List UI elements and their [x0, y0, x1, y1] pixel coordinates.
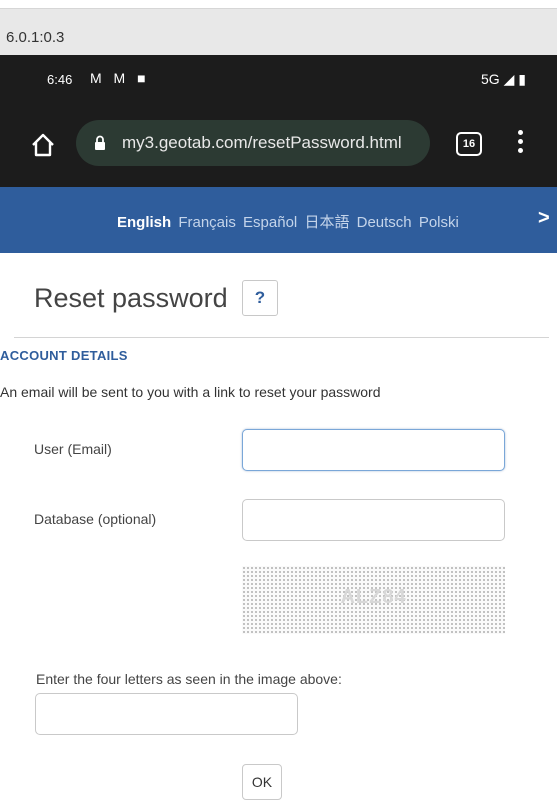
instruction-text: An email will be sent to you with a link…	[0, 384, 381, 400]
ok-button[interactable]: OK	[242, 764, 282, 800]
home-icon[interactable]	[30, 132, 56, 158]
language-list: English Français Español 日本語 Deutsch Pol…	[117, 211, 462, 232]
language-japanese[interactable]: 日本語	[304, 214, 349, 231]
database-input[interactable]	[242, 499, 505, 541]
captcha-text: ALZ84	[340, 586, 407, 608]
chevron-right-icon[interactable]: >	[538, 207, 550, 230]
debug-version-bar: 6.0.1:0.3	[0, 8, 557, 55]
captcha-image: ALZ84	[242, 566, 505, 634]
version-text: 6.0.1:0.3	[6, 29, 65, 46]
divider	[14, 337, 549, 338]
more-vert-icon[interactable]	[516, 130, 524, 158]
language-bar: English Français Español 日本語 Deutsch Pol…	[0, 187, 557, 253]
top-strip	[0, 0, 557, 8]
section-heading: ACCOUNT DETAILS	[0, 348, 128, 363]
status-bar: 6:46 M M ■ 5G ◢ ▮	[0, 55, 557, 105]
language-deutsch[interactable]: Deutsch	[357, 214, 412, 231]
language-espanol[interactable]: Español	[243, 214, 297, 231]
tabs-count-button[interactable]: 16	[456, 132, 482, 156]
language-polski[interactable]: Polski	[419, 214, 459, 231]
captcha-input[interactable]	[35, 693, 298, 735]
database-label: Database (optional)	[34, 511, 157, 527]
language-english[interactable]: English	[117, 214, 171, 231]
url-text: my3.geotab.com/resetPassword.html	[122, 133, 402, 152]
user-email-input[interactable]	[242, 429, 505, 471]
captcha-label: Enter the four letters as seen in the im…	[36, 671, 342, 687]
lock-icon	[95, 135, 105, 150]
network-status: 5G ◢ ▮	[481, 71, 526, 87]
notification-icons: M M ■	[90, 70, 150, 86]
help-button[interactable]: ?	[242, 280, 278, 316]
status-time: 6:46	[47, 72, 73, 87]
language-francais[interactable]: Français	[178, 214, 236, 231]
address-bar[interactable]: my3.geotab.com/resetPassword.html	[76, 120, 430, 166]
user-email-label: User (Email)	[34, 441, 112, 457]
page-title: Reset password	[34, 283, 228, 313]
browser-toolbar: my3.geotab.com/resetPassword.html 16	[0, 105, 557, 187]
